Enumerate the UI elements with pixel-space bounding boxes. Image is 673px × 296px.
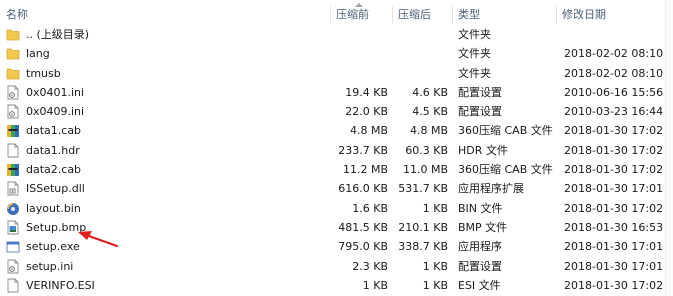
red-arrow-icon: [78, 231, 119, 248]
file-list-view: 名称 压缩前 压缩后 类型 修改日期 .. (上级目录) 文件夹 lang 文件夹 20…: [0, 0, 673, 296]
